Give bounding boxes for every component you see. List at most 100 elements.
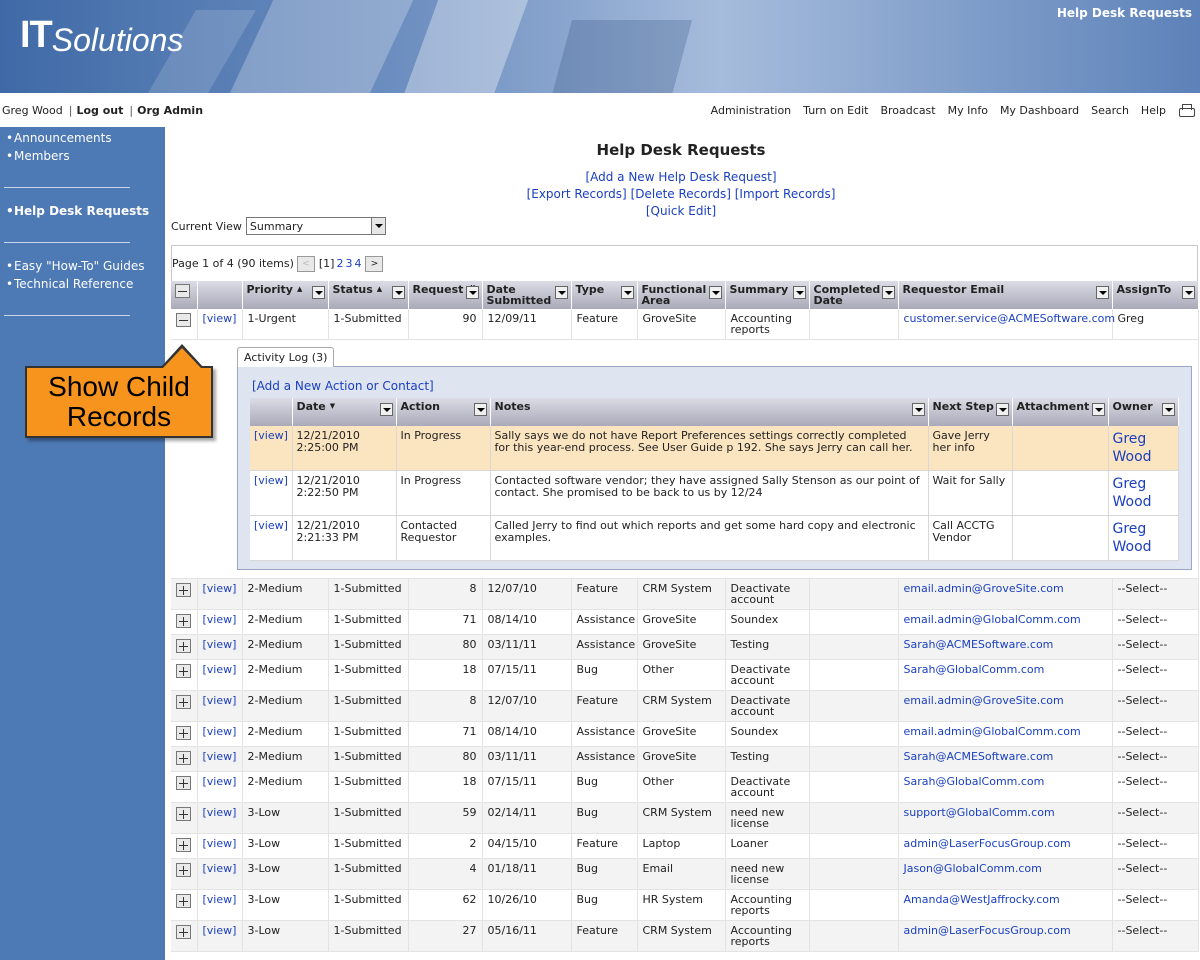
- cell-assign-to[interactable]: --Select--: [1112, 634, 1199, 660]
- child-col-attachment[interactable]: Attachment: [1012, 398, 1109, 426]
- collapse-all-icon[interactable]: [175, 284, 190, 298]
- expand-row-icon[interactable]: [176, 664, 191, 678]
- col-header-requestor-email[interactable]: Requestor Email: [898, 281, 1113, 309]
- expand-row-icon[interactable]: [176, 695, 191, 709]
- col-header-type[interactable]: Type: [571, 281, 638, 309]
- nav-help[interactable]: Help: [1141, 104, 1166, 117]
- table-row[interactable]: [view] 3-Low 1-Submitted 2 04/15/10 Feature La…: [171, 833, 1199, 859]
- cell-requestor-email[interactable]: Jason@GlobalComm.com: [898, 858, 1113, 890]
- pager-next-button[interactable]: >: [365, 255, 384, 272]
- cell-requestor-email[interactable]: admin@LaserFocusGroup.com: [898, 833, 1113, 859]
- cell-requestor-email[interactable]: email.admin@GroveSite.com: [898, 578, 1113, 610]
- cell-assign-to[interactable]: --Select--: [1112, 833, 1199, 859]
- view-link[interactable]: [view]: [197, 609, 243, 635]
- nav-broadcast[interactable]: Broadcast: [880, 104, 935, 117]
- cell-requestor-email[interactable]: Sarah@GlobalComm.com: [898, 771, 1113, 803]
- view-link[interactable]: [view]: [197, 721, 243, 747]
- pager-prev-button[interactable]: <: [296, 255, 315, 272]
- cell-requestor-email[interactable]: Sarah@ACMESoftware.com: [898, 634, 1113, 660]
- filter-dropdown-icon[interactable]: [1161, 403, 1175, 416]
- filter-dropdown-icon[interactable]: [1095, 286, 1109, 299]
- filter-dropdown-icon[interactable]: [465, 286, 479, 299]
- table-row[interactable]: [view] 3-Low 1-Submitted 27 05/16/11 Feature C…: [171, 920, 1199, 952]
- child-col-action[interactable]: Action: [396, 398, 491, 426]
- logout-link[interactable]: Log out: [76, 104, 123, 117]
- child-col-next-step[interactable]: Next Step: [928, 398, 1013, 426]
- col-header-summary[interactable]: Summary: [725, 281, 810, 309]
- cell-requestor-email[interactable]: Sarah@GlobalComm.com: [898, 659, 1113, 691]
- nav-my-dashboard[interactable]: My Dashboard: [1000, 104, 1079, 117]
- sidebar-item-help-desk-requests[interactable]: •Help Desk Requests: [0, 202, 165, 220]
- expand-row-icon[interactable]: [176, 751, 191, 765]
- filter-dropdown-icon[interactable]: [391, 286, 405, 299]
- cell-requestor-email[interactable]: email.admin@GlobalComm.com: [898, 721, 1113, 747]
- cell-assign-to[interactable]: --Select--: [1112, 771, 1199, 803]
- pager-page-1[interactable]: [1]: [319, 257, 335, 270]
- filter-dropdown-icon[interactable]: [554, 286, 568, 299]
- filter-dropdown-icon[interactable]: [708, 286, 722, 299]
- collapse-all-header[interactable]: [171, 281, 198, 309]
- table-row[interactable]: [view] 2-Medium 1-Submitted 18 07/15/11 Bug Ot…: [171, 659, 1199, 691]
- child-col-notes[interactable]: Notes: [490, 398, 929, 426]
- expand-row-icon[interactable]: [176, 894, 191, 908]
- view-link[interactable]: [view]: [197, 690, 243, 722]
- col-header-status[interactable]: Status ▲: [328, 281, 409, 309]
- add-action-link[interactable]: [Add a New Action or Contact]: [252, 380, 1181, 392]
- cell-requestor-email[interactable]: support@GlobalComm.com: [898, 802, 1113, 834]
- cell-assign-to[interactable]: --Select--: [1112, 858, 1199, 890]
- expand-row-icon[interactable]: [176, 776, 191, 790]
- sidebar-item-members[interactable]: •Members: [0, 147, 165, 165]
- pager-page-3[interactable]: 3: [345, 257, 352, 270]
- filter-dropdown-icon[interactable]: [1091, 403, 1105, 416]
- pager-page-4[interactable]: 4: [354, 257, 361, 270]
- table-row[interactable]: [view] 2-Medium 1-Submitted 80 03/11/11 Assis…: [171, 746, 1199, 772]
- user-name-link[interactable]: Greg Wood: [2, 104, 63, 117]
- view-link[interactable]: [view]: [197, 771, 243, 803]
- tab-activity-log[interactable]: Activity Log (3): [237, 347, 335, 367]
- view-link[interactable]: [view]: [250, 426, 293, 471]
- cell-owner[interactable]: Greg Wood: [1108, 515, 1179, 561]
- org-admin-link[interactable]: Org Admin: [137, 104, 203, 117]
- cell-assign-to[interactable]: --Select--: [1112, 746, 1199, 772]
- view-link[interactable]: [view]: [250, 470, 293, 516]
- view-link[interactable]: [view]: [197, 578, 243, 610]
- table-row[interactable]: [view] 2-Medium 1-Submitted 80 03/11/11 Assis…: [171, 634, 1199, 660]
- add-request-link[interactable]: [Add a New Help Desk Request]: [585, 170, 776, 184]
- activity-row[interactable]: [view] 12/21/2010 2:21:33 PM Contacted Req…: [250, 515, 1179, 561]
- sidebar-item-announcements[interactable]: •Announcements: [0, 129, 165, 147]
- col-header-priority[interactable]: Priority ▲: [242, 281, 329, 309]
- table-row[interactable]: [view] 2-Medium 1-Submitted 8 12/07/10 Featur…: [171, 690, 1199, 722]
- nav-administration[interactable]: Administration: [711, 104, 792, 117]
- sidebar-item-how-to-guides[interactable]: •Easy "How-To" Guides: [0, 257, 165, 275]
- cell-requestor-email[interactable]: customer.service@ACMESoftware.com: [898, 309, 1115, 340]
- filter-dropdown-icon[interactable]: [473, 403, 487, 416]
- table-row-expanded[interactable]: [view] 1-Urgent 1-Submitted 90 12/09/11 …: [171, 309, 1199, 340]
- filter-dropdown-icon[interactable]: [620, 286, 634, 299]
- expand-row-icon[interactable]: [176, 925, 191, 939]
- view-link[interactable]: [view]: [197, 309, 243, 340]
- nav-search[interactable]: Search: [1091, 104, 1129, 117]
- col-header-assign-to[interactable]: AssignTo: [1112, 281, 1199, 309]
- view-link[interactable]: [view]: [197, 659, 243, 691]
- view-link[interactable]: [view]: [197, 802, 243, 834]
- expand-row-icon[interactable]: [176, 583, 191, 597]
- cell-requestor-email[interactable]: email.admin@GroveSite.com: [898, 690, 1113, 722]
- activity-row[interactable]: [view] 12/21/2010 2:25:00 PM In Progress Sa…: [250, 426, 1179, 471]
- filter-dropdown-icon[interactable]: [379, 403, 393, 416]
- filter-dropdown-icon[interactable]: [792, 286, 806, 299]
- delete-records-link[interactable]: [Delete Records]: [631, 187, 731, 201]
- current-view-select[interactable]: Summary: [245, 217, 386, 235]
- table-row[interactable]: [view] 3-Low 1-Submitted 59 02/14/11 Bug CRM S…: [171, 802, 1199, 834]
- col-header-date-submitted[interactable]: Date Submitted: [482, 281, 572, 309]
- table-row[interactable]: [view] 2-Medium 1-Submitted 71 08/14/10 Assis…: [171, 721, 1199, 747]
- cell-requestor-email[interactable]: email.admin@GlobalComm.com: [898, 609, 1113, 635]
- quick-edit-link[interactable]: [Quick Edit]: [646, 204, 716, 218]
- expand-row-icon[interactable]: [176, 614, 191, 628]
- cell-owner[interactable]: Greg Wood: [1108, 470, 1179, 516]
- cell-requestor-email[interactable]: Sarah@ACMESoftware.com: [898, 746, 1113, 772]
- view-link[interactable]: [view]: [197, 746, 243, 772]
- print-icon[interactable]: [1178, 104, 1195, 117]
- child-col-owner[interactable]: Owner: [1108, 398, 1179, 426]
- cell-assign-to[interactable]: --Select--: [1112, 659, 1199, 691]
- cell-requestor-email[interactable]: admin@LaserFocusGroup.com: [898, 920, 1113, 952]
